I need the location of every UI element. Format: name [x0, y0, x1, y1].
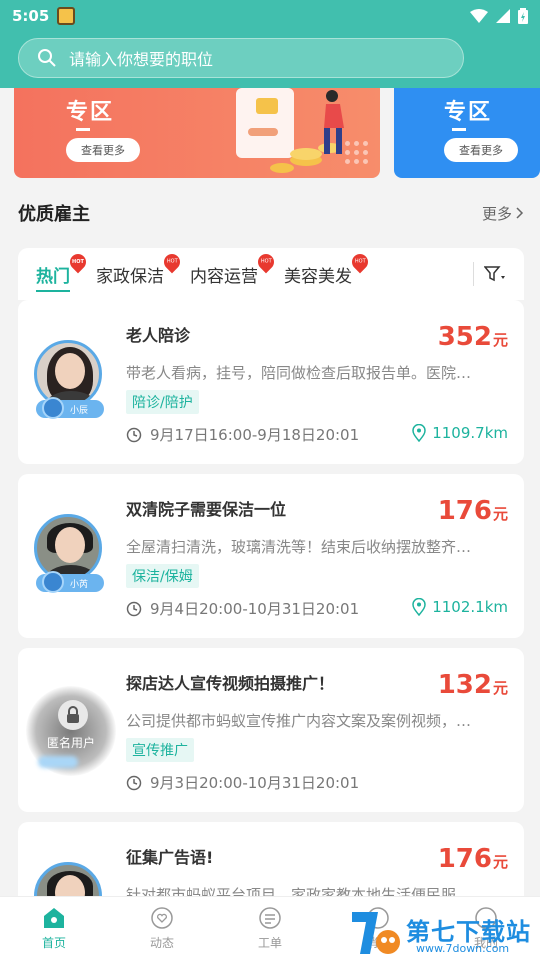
tab-orders[interactable]: 工单	[216, 897, 324, 960]
job-title: 双清院子需要保洁一位	[126, 500, 287, 519]
avatar	[34, 514, 102, 582]
job-tag: 陪诊/陪护	[126, 390, 199, 414]
battery-icon	[518, 8, 528, 24]
banner-divider	[76, 128, 90, 131]
employer-avatar: 小辰	[34, 340, 106, 424]
coins-illustration	[236, 88, 344, 173]
level-badge: 小芮	[36, 571, 104, 593]
job-price: 352元	[437, 322, 508, 352]
section-title: 优质雇主	[18, 204, 90, 225]
tab-label: 家政保洁	[96, 266, 164, 287]
tab-label: 内容运营	[190, 266, 258, 287]
header: 请输入你想要的职位	[0, 32, 540, 88]
list-icon	[259, 907, 281, 929]
job-card[interactable]: 小芮 双清院子需要保洁一位 176元 全屋清扫清洗，玻璃清洗等！结束后收纳摆放整…	[18, 474, 524, 638]
tab-feed[interactable]: 动态	[108, 897, 216, 960]
banner-more-button[interactable]: 查看更多	[444, 138, 518, 162]
wifi-icon	[470, 9, 488, 23]
location-pin-icon	[412, 598, 426, 616]
job-card[interactable]: 小辰 老人陪诊 352元 带老人看病，挂号，陪同做检查后取报告单。医院… 陪诊/…	[18, 300, 524, 464]
clock-icon	[126, 775, 142, 790]
banner-dots	[345, 141, 368, 164]
job-time: 9月3日20:00-10月31日20:01	[126, 772, 359, 793]
banner-more-button[interactable]: 查看更多	[66, 138, 140, 162]
watermark: 第七下载站 www.7down.com	[346, 906, 540, 960]
avatar	[34, 340, 102, 408]
tab-content-ops[interactable]: 内容运营 HOT	[190, 248, 278, 300]
banner-divider	[452, 128, 466, 131]
tab-home[interactable]: 首页	[0, 897, 108, 960]
job-price: 176元	[437, 496, 508, 526]
hot-badge-icon: HOT	[66, 250, 90, 274]
search-input[interactable]: 请输入你想要的职位	[18, 38, 464, 78]
search-placeholder: 请输入你想要的职位	[69, 50, 214, 69]
chevron-right-icon	[516, 207, 524, 219]
anonymous-label: 匿名用户	[46, 736, 95, 750]
job-title: 征集广告语!	[126, 848, 214, 867]
hot-badge-icon: HOT	[348, 250, 372, 274]
clock-icon	[126, 427, 142, 442]
job-tag: 保洁/保姆	[126, 564, 199, 588]
job-title: 探店达人宣传视频拍摄推广！	[126, 674, 335, 693]
tab-beauty[interactable]: 美容美发 HOT	[284, 248, 372, 300]
anonymous-avatar: 匿名用户	[26, 686, 116, 776]
job-description: 全屋清扫清洗，玻璃清洗等！结束后收纳摆放整齐…	[126, 538, 472, 556]
employer-avatar: 小芮	[34, 514, 106, 598]
lock-icon	[58, 700, 88, 730]
job-title: 老人陪诊	[126, 326, 191, 345]
signal-icon	[496, 9, 510, 23]
promo-banner-2[interactable]: 专区 查看更多	[394, 88, 540, 178]
status-icons	[470, 8, 528, 24]
filter-icon	[484, 266, 505, 282]
promo-banner-1[interactable]: 专区 查看更多	[14, 88, 380, 178]
app-notification-icon	[57, 7, 76, 25]
tab-hot[interactable]: 热门 HOT	[36, 248, 90, 300]
banner-title: 专区	[444, 100, 493, 125]
heart-chat-icon	[151, 907, 173, 929]
job-time: 9月17日16:00-9月18日20:01	[126, 424, 359, 445]
status-time: 5:05	[12, 7, 50, 25]
job-price: 132元	[437, 670, 508, 700]
section-header: 优质雇主 更多	[18, 198, 524, 228]
filter-button[interactable]	[473, 262, 506, 286]
job-tag: 宣传推广	[126, 738, 194, 762]
tab-label: 热门	[36, 266, 70, 287]
hot-badge-icon: HOT	[160, 250, 184, 274]
job-card[interactable]: 匿名用户 探店达人宣传视频拍摄推广！ 132元 公司提供都市蚂蚁宣传推广内容文案…	[18, 648, 524, 812]
job-price: 176元	[437, 844, 508, 874]
watermark-logo-icon	[352, 912, 400, 954]
clock-icon	[126, 601, 142, 616]
location-pin-icon	[412, 424, 426, 442]
home-icon	[44, 908, 64, 928]
job-description: 公司提供都市蚂蚁宣传推广内容文案及案例视频，…	[126, 712, 472, 730]
gem-icon	[42, 571, 64, 593]
status-bar: 5:05	[0, 0, 540, 32]
hot-badge-icon: HOT	[254, 250, 278, 274]
level-badge: 小辰	[36, 397, 104, 419]
job-distance: 1102.1km	[412, 598, 508, 616]
tab-label: 美容美发	[284, 266, 352, 287]
category-tabs: 热门 HOT 家政保洁 HOT 内容运营 HOT 美容美发 HOT	[18, 248, 524, 300]
job-time: 9月4日20:00-10月31日20:01	[126, 598, 359, 619]
watermark-url: www.7down.com	[416, 942, 510, 955]
job-distance: 1109.7km	[412, 424, 508, 442]
job-description: 带老人看病，挂号，陪同做检查后取报告单。医院…	[126, 364, 472, 382]
more-label: 更多	[481, 204, 512, 223]
section-more-link[interactable]: 更多	[482, 203, 524, 224]
banner-title: 专区	[66, 100, 115, 125]
tab-housekeeping[interactable]: 家政保洁 HOT	[96, 248, 184, 300]
gem-icon	[42, 397, 64, 419]
search-icon	[38, 49, 56, 67]
